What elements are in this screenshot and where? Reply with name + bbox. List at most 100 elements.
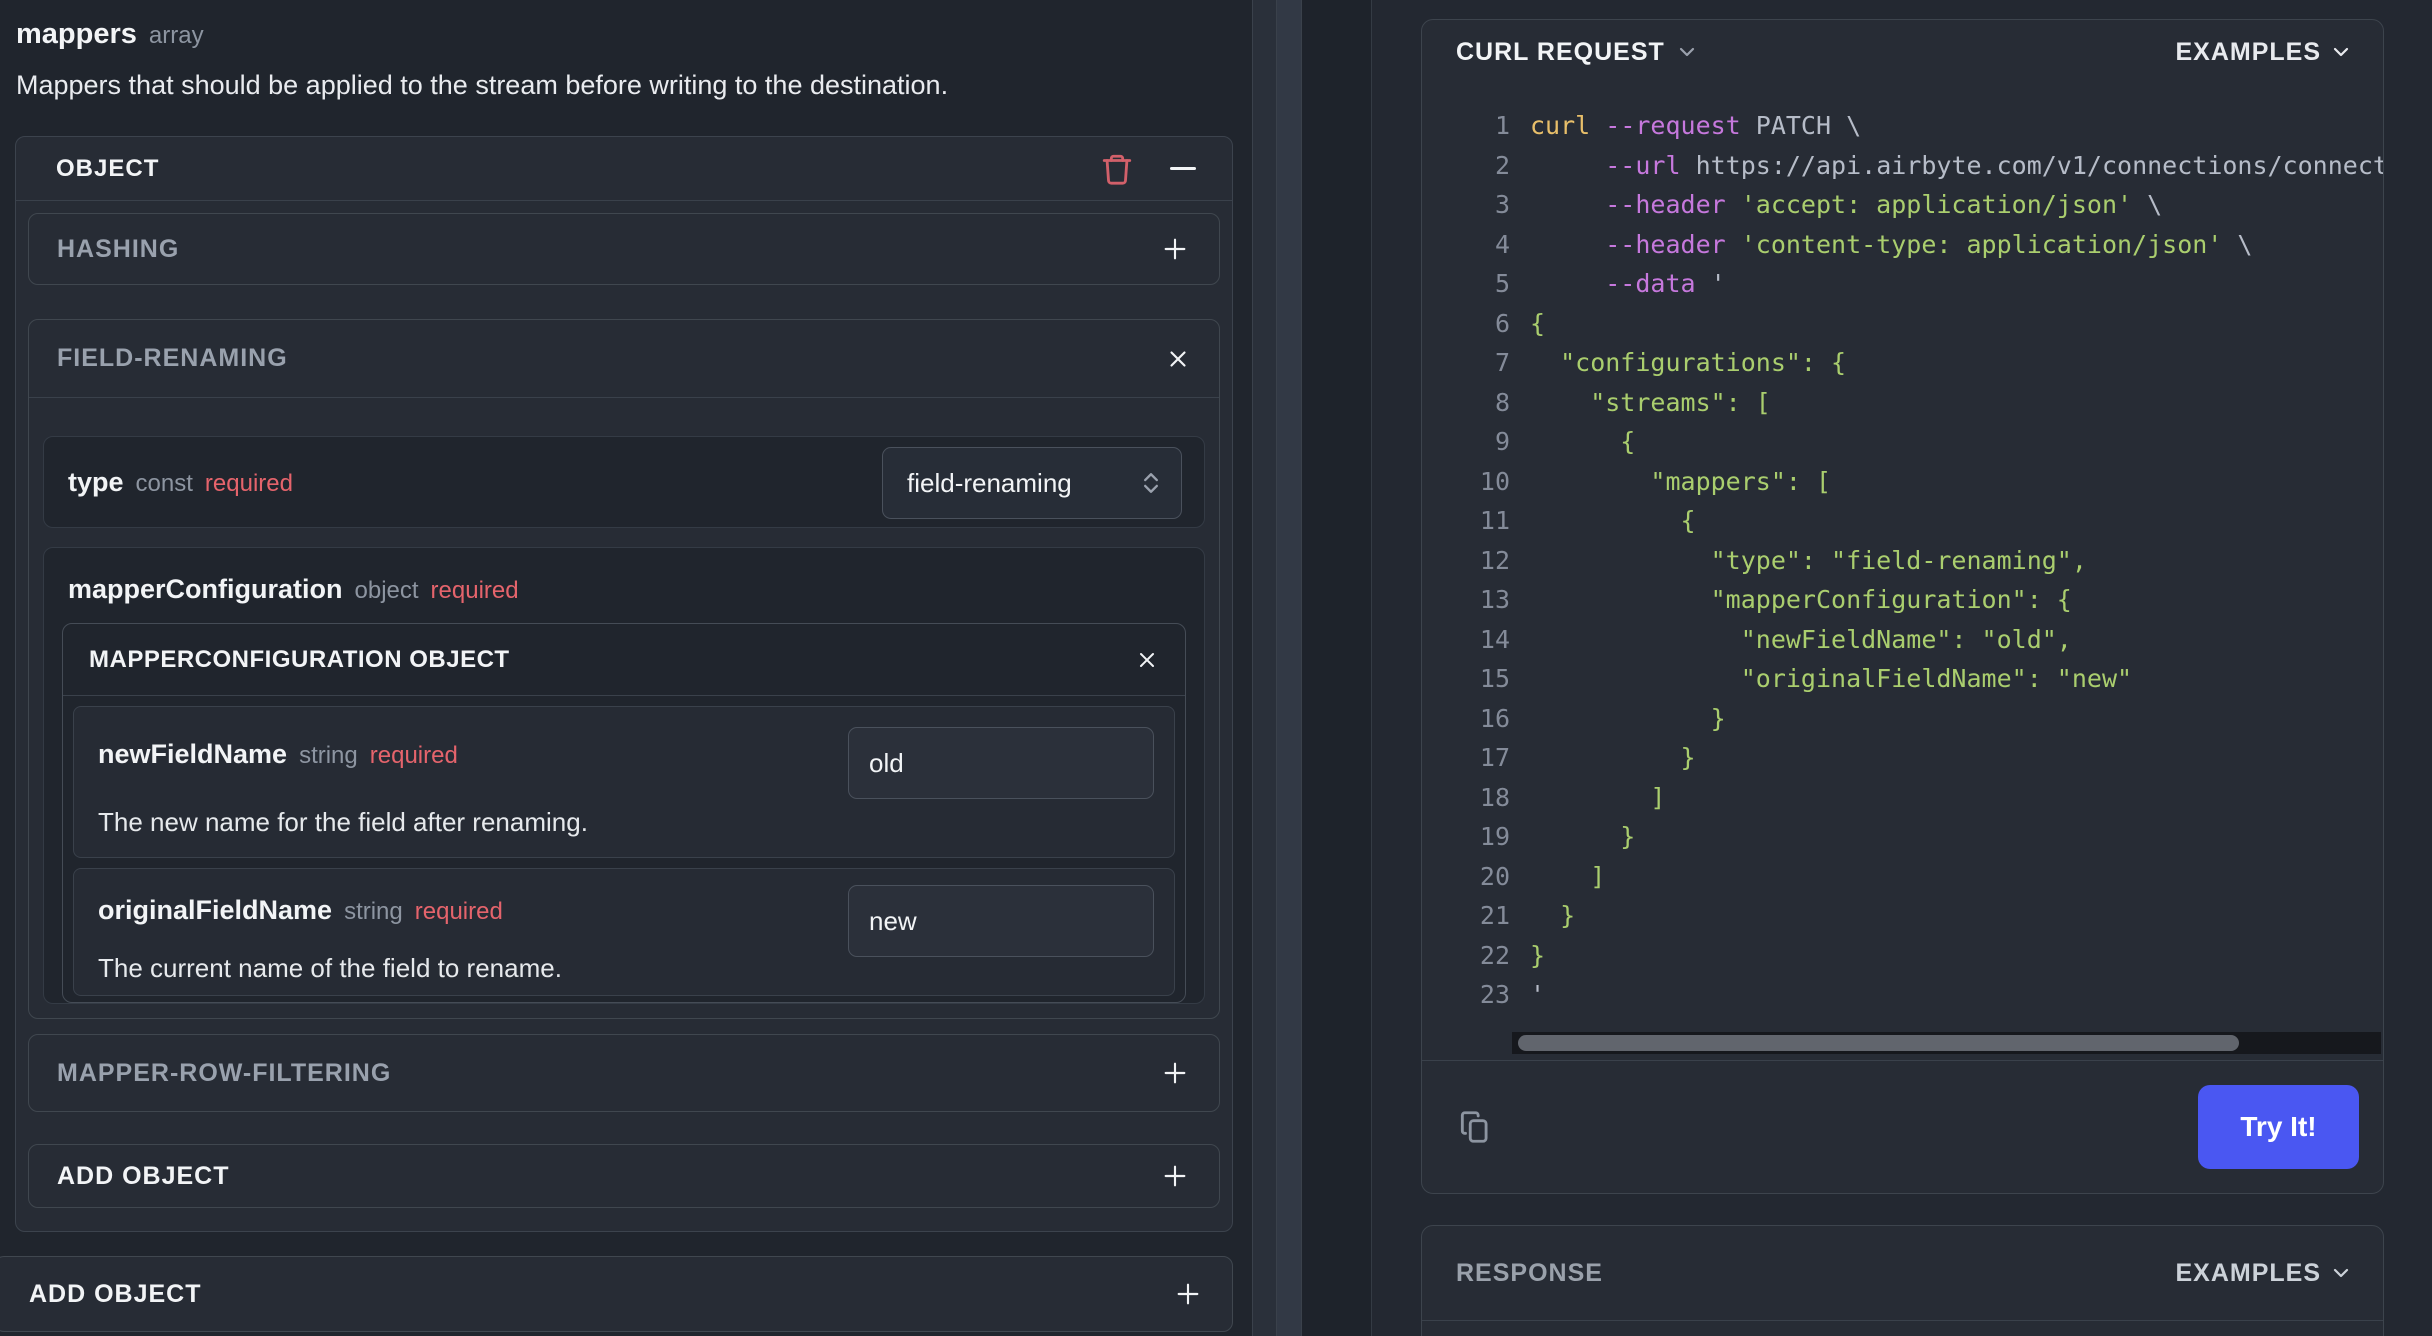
code-line-number: 6 bbox=[1494, 308, 1510, 338]
field-renaming-label: FIELD-RENAMING bbox=[57, 344, 288, 372]
code-line: 15 "originalFieldName": "new" bbox=[1422, 659, 2383, 699]
code-line: 3 --header 'accept: application/json' \ bbox=[1422, 185, 2383, 225]
code-line-text: curl --request PATCH \ bbox=[1530, 111, 1862, 141]
curl-request-panel: CURL REQUEST EXAMPLES 1 curl --request PA… bbox=[1421, 19, 2384, 1194]
section-hashing-label: HASHING bbox=[57, 234, 180, 263]
type-field-required-badge: required bbox=[204, 469, 293, 497]
new-field-name-meta: string bbox=[299, 742, 358, 769]
type-select-value: field-renaming bbox=[907, 467, 1072, 498]
code-line: 14 "newFieldName": "old", bbox=[1422, 620, 2383, 660]
mapper-configuration-panel: MAPPERCONFIGURATION OBJECT newFieldName … bbox=[62, 623, 1186, 1003]
code-line-text: --data ' bbox=[1530, 269, 1726, 299]
code-line-text: } bbox=[1530, 743, 1696, 773]
code-line-number: 10 bbox=[1479, 466, 1510, 496]
copy-code-button[interactable] bbox=[1456, 1108, 1494, 1146]
mapper-configuration-meta: object bbox=[354, 577, 419, 604]
new-field-name-required-badge: required bbox=[369, 742, 458, 769]
trash-icon bbox=[1102, 154, 1132, 185]
code-line: 16 } bbox=[1422, 699, 2383, 739]
chevron-down-icon bbox=[1679, 47, 1694, 57]
response-examples-button[interactable]: EXAMPLES bbox=[2175, 1259, 2353, 1288]
code-line: 5 --data ' bbox=[1422, 264, 2383, 304]
code-line-text: ] bbox=[1530, 782, 1666, 812]
code-line-number: 13 bbox=[1479, 585, 1510, 615]
section-mapper-row-filtering[interactable]: MAPPER-ROW-FILTERING bbox=[28, 1034, 1220, 1112]
code-line: 1 curl --request PATCH \ bbox=[1422, 106, 2383, 146]
mapper-configuration-title: mapperConfiguration object required bbox=[44, 548, 1204, 605]
original-field-name-description: The current name of the field to rename. bbox=[98, 953, 562, 983]
delete-object-button[interactable] bbox=[1100, 152, 1134, 186]
code-line-text: } bbox=[1530, 822, 1636, 852]
response-header: RESPONSE EXAMPLES bbox=[1422, 1226, 2383, 1321]
code-line: 13 "mapperConfiguration": { bbox=[1422, 580, 2383, 620]
column-resize-gutter[interactable] bbox=[1277, 0, 1302, 1336]
mapper-configuration-name: mapperConfiguration bbox=[68, 574, 343, 604]
add-object-inner-plus[interactable] bbox=[1159, 1160, 1191, 1192]
property-type: array bbox=[148, 22, 204, 49]
original-field-name-required-badge: required bbox=[414, 898, 503, 925]
code-line-text: } bbox=[1530, 940, 1546, 970]
try-it-button[interactable]: Try It! bbox=[2198, 1085, 2359, 1169]
code-line: 11 { bbox=[1422, 501, 2383, 541]
chevron-down-icon bbox=[2333, 1268, 2349, 1278]
add-object-outer-button[interactable]: ADD OBJECT bbox=[0, 1256, 1233, 1332]
code-horizontal-scrollbar[interactable] bbox=[1512, 1032, 2381, 1054]
code-line-text: "mappers": [ bbox=[1530, 466, 1832, 496]
code-line: 10 "mappers": [ bbox=[1422, 462, 2383, 502]
code-line-number: 7 bbox=[1494, 348, 1510, 378]
curl-request-footer: Try It! bbox=[1422, 1060, 2383, 1193]
code-line-text: --header 'content-type: application/json… bbox=[1530, 229, 2253, 259]
remove-mapper-configuration-button[interactable] bbox=[1135, 648, 1159, 672]
code-line-number: 18 bbox=[1479, 782, 1510, 812]
curl-request-title: CURL REQUEST bbox=[1456, 37, 1665, 66]
code-line-text: } bbox=[1530, 703, 1726, 733]
code-line: 22} bbox=[1422, 936, 2383, 976]
response-title: RESPONSE bbox=[1456, 1258, 1603, 1287]
expand-hashing-button[interactable] bbox=[1159, 233, 1191, 265]
add-object-inner-button[interactable]: ADD OBJECT bbox=[28, 1144, 1220, 1208]
plus-icon bbox=[1164, 1062, 1186, 1084]
code-line: 23 ' bbox=[1422, 975, 2383, 1015]
close-icon bbox=[1170, 350, 1186, 367]
field-renaming-header: FIELD-RENAMING bbox=[29, 320, 1219, 398]
curl-request-header: CURL REQUEST EXAMPLES bbox=[1422, 20, 2383, 84]
code-line-number: 11 bbox=[1479, 506, 1510, 536]
api-docs-page: mappers array Mappers that should be app… bbox=[0, 0, 2432, 1336]
code-line-number: 17 bbox=[1479, 743, 1510, 773]
add-object-inner-label: ADD OBJECT bbox=[57, 1161, 230, 1190]
original-field-name-input[interactable] bbox=[848, 885, 1154, 957]
response-panel: RESPONSE EXAMPLES bbox=[1421, 1225, 2384, 1336]
type-field-name: type bbox=[68, 466, 124, 497]
property-title: mappers array bbox=[16, 18, 204, 51]
object-panel: OBJECT HASHING FIELD-RENAMING type const… bbox=[15, 136, 1233, 1232]
mapper-configuration-panel-title: MAPPERCONFIGURATION OBJECT bbox=[89, 645, 510, 673]
column-scrollbar-track[interactable] bbox=[1252, 0, 1277, 1336]
plus-icon bbox=[1164, 238, 1186, 260]
curl-examples-button[interactable]: EXAMPLES bbox=[2175, 38, 2353, 67]
mapper-configuration-panel-header: MAPPERCONFIGURATION OBJECT bbox=[63, 624, 1185, 696]
code-line-text: ' bbox=[1530, 980, 1546, 1010]
code-line-number: 22 bbox=[1479, 940, 1510, 970]
property-description: Mappers that should be applied to the st… bbox=[16, 70, 949, 100]
section-hashing[interactable]: HASHING bbox=[28, 213, 1220, 285]
expand-mapper-row-filtering-button[interactable] bbox=[1159, 1057, 1191, 1089]
code-line-text: "newFieldName": "old", bbox=[1530, 624, 2072, 654]
curl-request-title-button[interactable]: CURL REQUEST bbox=[1456, 38, 1699, 67]
close-icon bbox=[1140, 652, 1154, 667]
add-object-outer-plus[interactable] bbox=[1172, 1278, 1204, 1310]
remove-field-renaming-button[interactable] bbox=[1165, 346, 1191, 372]
mapper-configuration-required-badge: required bbox=[430, 577, 519, 604]
collapse-object-button[interactable] bbox=[1170, 167, 1196, 170]
code-horizontal-scrollbar-thumb[interactable] bbox=[1518, 1035, 2240, 1051]
code-line-text: { bbox=[1530, 506, 1696, 536]
new-field-name-label: newFieldName bbox=[98, 739, 288, 769]
code-line-number: 19 bbox=[1479, 822, 1510, 852]
type-select[interactable]: field-renaming bbox=[882, 447, 1182, 519]
code-line-number: 15 bbox=[1479, 664, 1510, 694]
select-updown-icon bbox=[1137, 469, 1165, 497]
code-line: 4 --header 'content-type: application/js… bbox=[1422, 225, 2383, 265]
new-field-name-input[interactable] bbox=[848, 727, 1154, 799]
schema-form-column: mappers array Mappers that should be app… bbox=[0, 0, 1248, 1336]
original-field-name-row: originalFieldName string required The cu… bbox=[73, 868, 1175, 996]
code-line-text: { bbox=[1530, 308, 1546, 338]
